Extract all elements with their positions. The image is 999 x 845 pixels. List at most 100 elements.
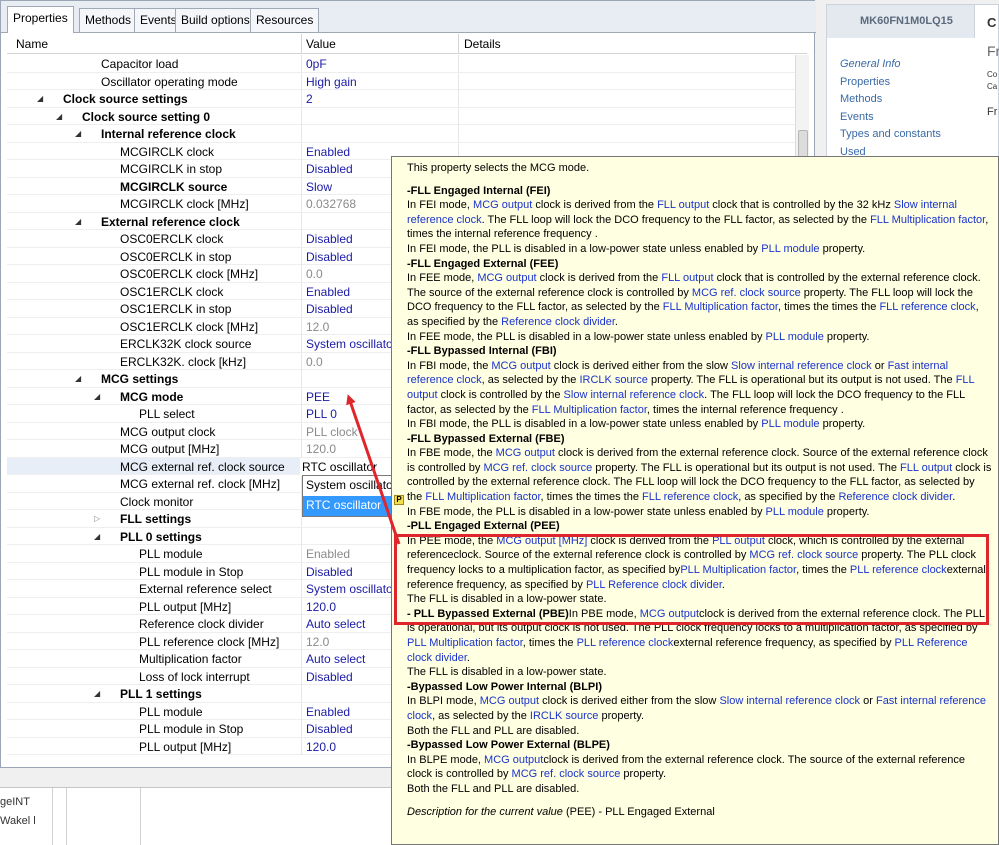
property-value[interactable]: High gain bbox=[306, 75, 357, 89]
property-row[interactable]: Oscillator operating mode High gain bbox=[7, 72, 795, 90]
property-value[interactable]: 120.0 bbox=[306, 740, 336, 754]
property-value[interactable]: 12.0 bbox=[306, 635, 329, 649]
tooltip-link[interactable]: MCG output bbox=[484, 754, 543, 766]
property-value[interactable]: Disabled bbox=[306, 250, 353, 264]
tooltip-link[interactable]: PLL module bbox=[766, 506, 824, 518]
property-value[interactable]: 0pF bbox=[306, 57, 327, 71]
column-name[interactable]: Name bbox=[16, 37, 48, 51]
property-value[interactable]: System oscillator bbox=[306, 337, 397, 351]
cell-separator bbox=[301, 177, 302, 195]
ref-clock-source-dropdown[interactable]: System oscillator RTC oscillator bbox=[302, 475, 395, 517]
column-value[interactable]: Value bbox=[306, 37, 336, 51]
tooltip-link[interactable]: PLL module bbox=[766, 331, 824, 343]
dropdown-option-system-oscillator[interactable]: System oscillator bbox=[303, 476, 394, 496]
expand-open-icon[interactable] bbox=[37, 94, 43, 103]
cell-separator bbox=[301, 562, 302, 580]
property-value[interactable]: 0.0 bbox=[306, 267, 323, 281]
tooltip-link[interactable]: FLL Multiplication factor bbox=[870, 214, 985, 226]
tooltip-link[interactable]: MCG output bbox=[480, 695, 539, 707]
expand-open-icon[interactable] bbox=[56, 112, 62, 121]
tab-resources[interactable]: Resources bbox=[250, 8, 320, 32]
property-row[interactable]: Internal reference clock bbox=[7, 125, 795, 143]
tooltip-link[interactable]: FLL output bbox=[900, 462, 952, 474]
tooltip-link[interactable]: FLL Multiplication factor bbox=[532, 404, 647, 416]
help-link-types-and-constants[interactable]: Types and constants bbox=[840, 128, 941, 140]
tooltip-text: , as selected by the bbox=[432, 709, 530, 722]
property-value[interactable]: 0.032768 bbox=[306, 197, 356, 211]
tooltip-link[interactable]: IRCLK source bbox=[530, 710, 598, 722]
tooltip-text: clock is derived from the bbox=[536, 272, 662, 285]
property-value[interactable]: Disabled bbox=[306, 565, 353, 579]
property-value[interactable]: Enabled bbox=[306, 705, 350, 719]
tooltip-link[interactable]: FLL output bbox=[661, 272, 713, 284]
tab-build-options[interactable]: Build options bbox=[175, 8, 256, 32]
expand-open-icon[interactable] bbox=[75, 129, 81, 138]
tooltip-link[interactable]: PLL Multiplication factor bbox=[407, 637, 523, 649]
property-row[interactable]: Capacitor load 0pF bbox=[7, 55, 795, 73]
expand-closed-icon[interactable] bbox=[94, 514, 100, 523]
property-value[interactable]: System oscillator bbox=[306, 582, 397, 596]
property-value[interactable]: Enabled bbox=[306, 145, 350, 159]
tooltip-link[interactable]: FLL reference clock bbox=[879, 301, 975, 313]
tooltip-link[interactable]: MCG ref. clock source bbox=[512, 768, 621, 780]
tooltip-link[interactable]: FLL output bbox=[657, 199, 709, 211]
property-value[interactable]: Enabled bbox=[306, 547, 350, 561]
expand-open-icon[interactable] bbox=[94, 532, 100, 541]
tab-methods[interactable]: Methods bbox=[79, 8, 138, 32]
property-value[interactable]: Auto select bbox=[306, 652, 365, 666]
expand-open-icon[interactable] bbox=[75, 374, 81, 383]
property-value[interactable]: 12.0 bbox=[306, 320, 329, 334]
property-row[interactable]: Clock source settings 2 bbox=[7, 90, 795, 108]
tooltip-link[interactable]: MCG output bbox=[496, 447, 555, 459]
tooltip-link[interactable]: Reference clock divider bbox=[838, 491, 952, 503]
help-link-methods[interactable]: Methods bbox=[840, 93, 882, 105]
property-value[interactable]: Disabled bbox=[306, 722, 353, 736]
column-details[interactable]: Details bbox=[464, 37, 501, 51]
column-separator[interactable] bbox=[458, 34, 459, 53]
tooltip-link[interactable]: MCG output bbox=[491, 360, 550, 372]
property-value[interactable]: Disabled bbox=[306, 670, 353, 684]
property-value[interactable]: Disabled bbox=[306, 162, 353, 176]
tooltip-link[interactable]: Slow internal reference clock bbox=[731, 360, 872, 372]
help-link-events[interactable]: Events bbox=[840, 111, 874, 123]
expand-open-icon[interactable] bbox=[94, 392, 100, 401]
help-link-general-info[interactable]: General Info bbox=[840, 58, 901, 70]
tab-properties[interactable]: Properties bbox=[7, 6, 74, 33]
tooltip-link[interactable]: Reference clock divider bbox=[501, 316, 615, 328]
tooltip-link[interactable]: MCG ref. clock source bbox=[692, 287, 801, 299]
property-value[interactable]: Disabled bbox=[306, 302, 353, 316]
tooltip-link[interactable]: PLL module bbox=[761, 418, 819, 430]
tooltip-text: Both the FLL and PLL are disabled. bbox=[407, 782, 580, 795]
column-separator[interactable] bbox=[301, 34, 302, 53]
expand-open-icon[interactable] bbox=[75, 217, 81, 226]
dropdown-option-rtc-oscillator[interactable]: RTC oscillator bbox=[303, 496, 394, 516]
property-value[interactable]: Slow bbox=[306, 180, 332, 194]
property-value[interactable]: Enabled bbox=[306, 285, 350, 299]
property-value[interactable]: PLL 0 bbox=[306, 407, 337, 421]
tooltip-link[interactable]: MCG output bbox=[477, 272, 536, 284]
property-value[interactable]: 120.0 bbox=[306, 600, 336, 614]
property-value[interactable]: Auto select bbox=[306, 617, 365, 631]
ref-clock-source-editor[interactable]: RTC oscillator bbox=[300, 458, 392, 476]
cell-separator bbox=[301, 440, 302, 457]
tooltip-link[interactable]: PLL reference clock bbox=[577, 637, 674, 649]
property-name: Internal reference clock bbox=[101, 127, 236, 141]
property-value[interactable]: PLL clock bbox=[306, 425, 358, 439]
property-value[interactable]: 0.0 bbox=[306, 355, 323, 369]
tooltip-link[interactable]: FLL Multiplication factor bbox=[425, 491, 540, 503]
tooltip-link[interactable]: MCG output bbox=[473, 199, 532, 211]
property-row[interactable]: Clock source setting 0 bbox=[7, 107, 795, 125]
tooltip-link[interactable]: Slow internal reference clock bbox=[564, 389, 705, 401]
expand-open-icon[interactable] bbox=[94, 689, 100, 698]
property-value[interactable]: 120.0 bbox=[306, 442, 336, 456]
property-value[interactable]: 2 bbox=[306, 92, 313, 106]
tooltip-link[interactable]: MCG ref. clock source bbox=[483, 462, 592, 474]
tooltip-link[interactable]: FLL reference clock bbox=[642, 491, 738, 503]
tooltip-link[interactable]: FLL Multiplication factor bbox=[663, 301, 778, 313]
tooltip-link[interactable]: Slow internal reference clock bbox=[719, 695, 860, 707]
tooltip-link[interactable]: PLL module bbox=[761, 243, 819, 255]
property-value[interactable]: Disabled bbox=[306, 232, 353, 246]
tooltip-link[interactable]: IRCLK source bbox=[579, 374, 647, 386]
property-value[interactable]: PEE bbox=[306, 390, 330, 404]
help-link-properties[interactable]: Properties bbox=[840, 76, 890, 88]
